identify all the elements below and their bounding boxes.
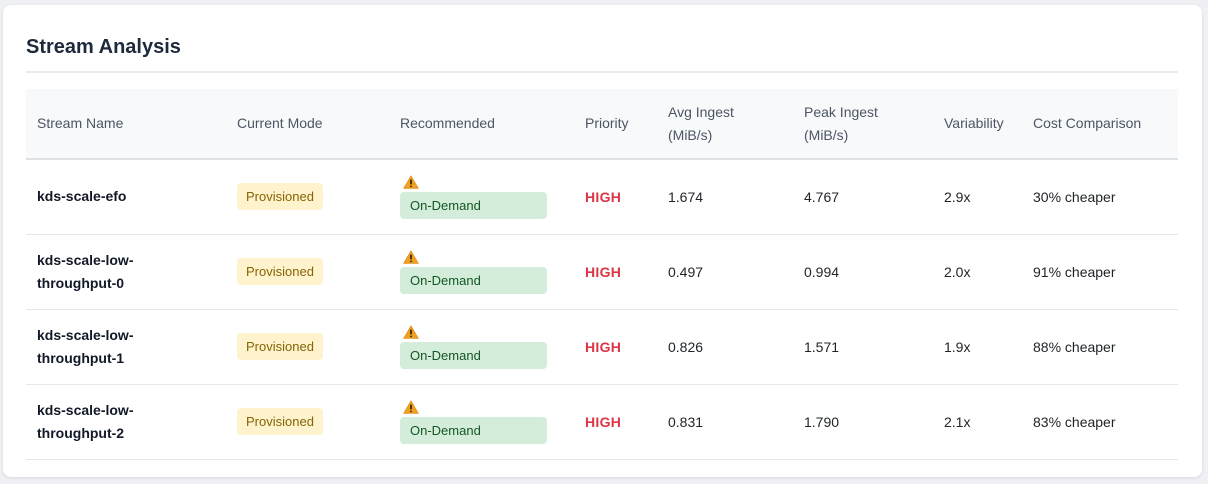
current-mode-badge: Provisioned [237, 333, 323, 360]
cell-stream-name: kds-scale-low- throughput-2 [26, 384, 226, 460]
recommended-badge: On-Demand [400, 191, 547, 219]
table-header-row: Stream Name Current Mode Recommended Pri… [26, 89, 1178, 160]
recommended-badge: On-Demand [400, 416, 547, 444]
cell-peak-ingest: 0.994 [793, 234, 933, 310]
stream-name-line1: kds-scale-efo [37, 188, 127, 205]
cell-current-mode: Provisioned [226, 309, 389, 385]
cell-stream-name: kds-scale-low- throughput-1 [26, 309, 226, 385]
cell-cost-comparison: 91% cheaper [1022, 234, 1178, 310]
current-mode-badge: Provisioned [237, 258, 323, 285]
cell-avg-ingest: 0.831 [657, 384, 793, 460]
header-recommended: Recommended [389, 89, 574, 160]
priority-label: HIGH [585, 188, 622, 205]
cell-recommended: On-Demand [389, 159, 574, 235]
cell-priority: HIGH [574, 309, 657, 385]
cell-avg-ingest: 1.674 [657, 159, 793, 235]
header-peak-ingest: Peak Ingest (MiB/s) [793, 89, 933, 160]
header-avg-ingest-label: Avg Ingest [668, 103, 734, 120]
warning-icon [403, 400, 419, 414]
cell-stream-name: kds-scale-efo [26, 159, 226, 235]
header-avg-ingest-unit: (MiB/s) [668, 126, 713, 143]
table-row: kds-scale-low- throughput-0 Provisioned … [26, 234, 1178, 310]
cell-current-mode: Provisioned [226, 159, 389, 235]
cell-priority: HIGH [574, 159, 657, 235]
cell-recommended: On-Demand [389, 384, 574, 460]
cell-cost-comparison: 30% cheaper [1022, 159, 1178, 235]
header-current-mode: Current Mode [226, 89, 389, 160]
cell-avg-ingest: 0.497 [657, 234, 793, 310]
warning-icon [403, 175, 419, 189]
cell-peak-ingest: 1.790 [793, 384, 933, 460]
cell-peak-ingest: 1.571 [793, 309, 933, 385]
cell-priority: HIGH [574, 234, 657, 310]
priority-label: HIGH [585, 413, 622, 430]
cell-recommended: On-Demand [389, 309, 574, 385]
warning-icon [403, 325, 419, 339]
header-peak-ingest-label: Peak Ingest [804, 103, 878, 120]
header-cost-comparison: Cost Comparison [1022, 89, 1178, 160]
cell-stream-name: kds-scale-low- throughput-0 [26, 234, 226, 310]
current-mode-badge: Provisioned [237, 408, 323, 435]
cell-variability: 2.1x [933, 384, 1022, 460]
stream-name-line2: throughput-0 [37, 274, 125, 291]
header-stream-name: Stream Name [26, 89, 226, 160]
cell-cost-comparison: 88% cheaper [1022, 309, 1178, 385]
recommended-badge: On-Demand [400, 266, 547, 294]
cell-variability: 1.9x [933, 309, 1022, 385]
cell-current-mode: Provisioned [226, 234, 389, 310]
table-row: kds-scale-efo Provisioned On-Demand HIGH [26, 159, 1178, 235]
table-row: kds-scale-low- throughput-1 Provisioned … [26, 309, 1178, 385]
cell-recommended: On-Demand [389, 234, 574, 310]
cell-variability: 2.9x [933, 159, 1022, 235]
cell-priority: HIGH [574, 384, 657, 460]
header-priority: Priority [574, 89, 657, 160]
header-peak-ingest-unit: (MiB/s) [804, 126, 849, 143]
cell-avg-ingest: 0.826 [657, 309, 793, 385]
stream-name-line2: throughput-2 [37, 424, 125, 441]
stream-analysis-card: Stream Analysis Stream Name Current Mode… [3, 5, 1202, 477]
stream-name-line1: kds-scale-low- [37, 401, 134, 418]
stream-name-line1: kds-scale-low- [37, 251, 134, 268]
current-mode-badge: Provisioned [237, 183, 323, 211]
header-avg-ingest: Avg Ingest (MiB/s) [657, 89, 793, 160]
page-title: Stream Analysis [26, 36, 181, 58]
recommended-badge: On-Demand [400, 341, 547, 369]
cell-peak-ingest: 4.767 [793, 159, 933, 235]
stream-name-line2: throughput-1 [37, 349, 125, 366]
cell-current-mode: Provisioned [226, 384, 389, 460]
stream-name-line1: kds-scale-low- [37, 326, 134, 343]
stream-table: Stream Name Current Mode Recommended Pri… [26, 89, 1178, 460]
priority-label: HIGH [585, 338, 622, 355]
warning-icon [403, 250, 419, 264]
priority-label: HIGH [585, 263, 622, 280]
cell-cost-comparison: 83% cheaper [1022, 384, 1178, 460]
table-row: kds-scale-low- throughput-2 Provisioned … [26, 384, 1178, 460]
header-variability: Variability [933, 89, 1022, 160]
title-divider [26, 71, 1178, 73]
cell-variability: 2.0x [933, 234, 1022, 310]
